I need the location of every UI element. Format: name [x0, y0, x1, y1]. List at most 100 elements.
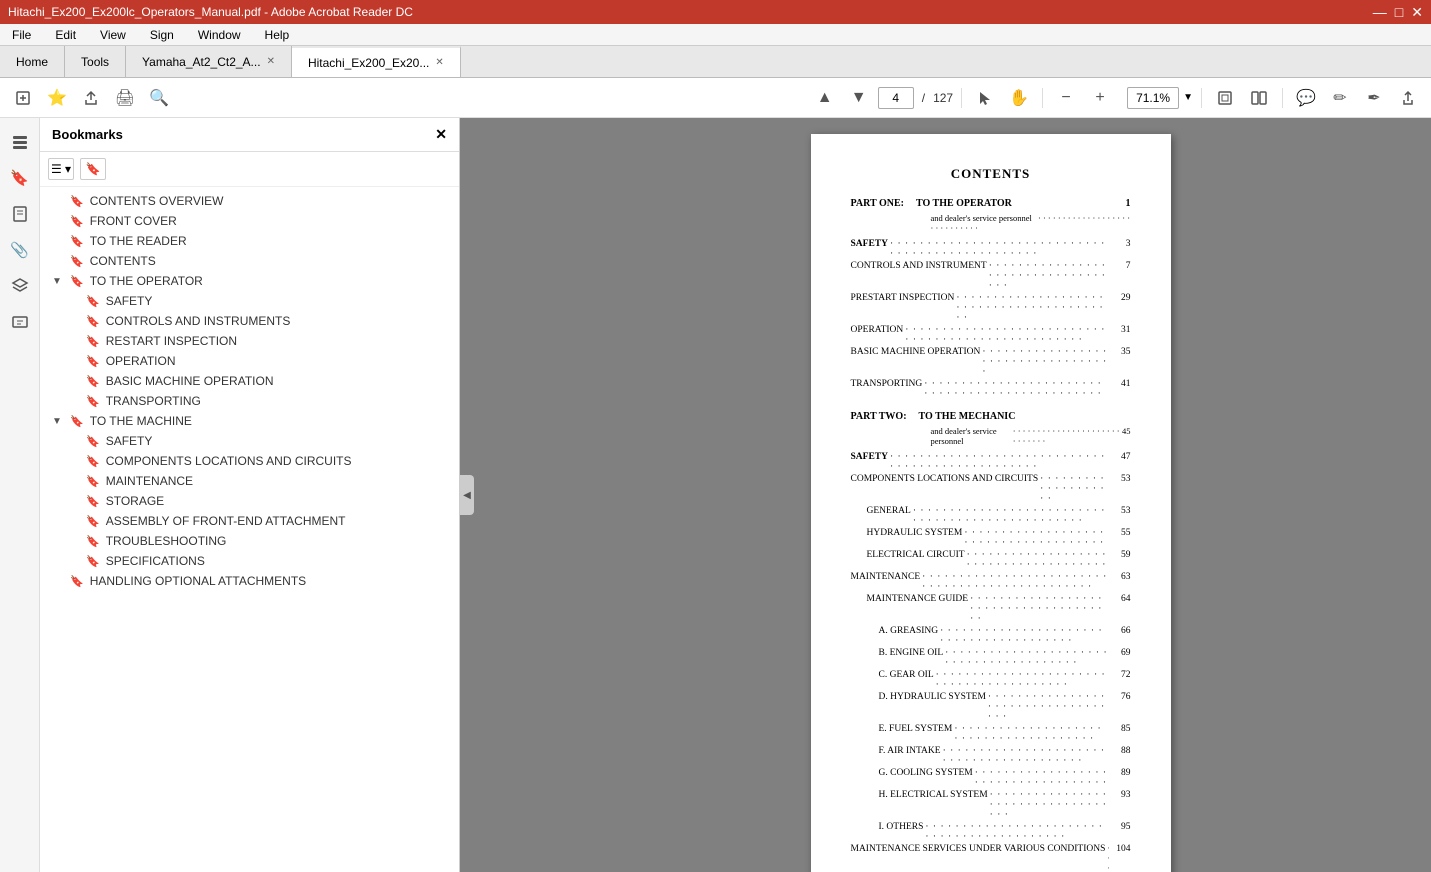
bookmarks-tree: 🔖 CONTENTS OVERVIEW 🔖 FRONT COVER 🔖 TO T…: [40, 187, 459, 872]
search-button[interactable]: 🔍: [144, 83, 174, 113]
bookmark-icon: 🔖: [86, 375, 100, 388]
sidebar-close-icon[interactable]: ✕: [435, 126, 447, 143]
toc-row-engine-oil: B. ENGINE OIL · · · · · · · · · · · · · …: [879, 648, 1131, 668]
menu-sign[interactable]: Sign: [146, 26, 178, 44]
menu-edit[interactable]: Edit: [51, 26, 80, 44]
bookmark-transporting[interactable]: 🔖 TRANSPORTING: [40, 391, 459, 411]
toc-row-maint-guide: MAINTENANCE GUIDE · · · · · · · · · · · …: [867, 594, 1131, 624]
bookmark-components-locations[interactable]: 🔖 COMPONENTS LOCATIONS AND CIRCUITS: [40, 451, 459, 471]
strip-attach-button[interactable]: 📎: [4, 234, 36, 266]
bookmark-storage[interactable]: 🔖 STORAGE: [40, 491, 459, 511]
bookmark-assembly-front[interactable]: 🔖 ASSEMBLY OF FRONT-END ATTACHMENT: [40, 511, 459, 531]
bookmark-operation[interactable]: 🔖 OPERATION: [40, 351, 459, 371]
tab-hitachi[interactable]: Hitachi_Ex200_Ex20... ✕: [292, 46, 461, 77]
tab-yamaha[interactable]: Yamaha_At2_Ct2_A... ✕: [126, 46, 292, 77]
toc-row-controls: CONTROLS AND INSTRUMENT · · · · · · · · …: [851, 261, 1131, 291]
fit-page-button[interactable]: [1210, 83, 1240, 113]
bookmark-to-the-reader[interactable]: 🔖 TO THE READER: [40, 231, 459, 251]
toc-row-general: GENERAL · · · · · · · · · · · · · · · · …: [867, 506, 1131, 526]
draw-button[interactable]: ✒: [1359, 83, 1389, 113]
bookmark-label: MAINTENANCE: [106, 474, 193, 488]
expand-icon-expanded[interactable]: ▼: [52, 416, 64, 427]
page-number-input[interactable]: [878, 87, 914, 109]
pen-button[interactable]: ✏: [1325, 83, 1355, 113]
bookmark-label: RESTART INSPECTION: [106, 334, 237, 348]
strip-bookmark-button[interactable]: 🔖: [4, 162, 36, 194]
toc-row-greasing: A. GREASING · · · · · · · · · · · · · · …: [879, 626, 1131, 646]
nav-controls: ▲ ▼ / 127: [810, 83, 953, 113]
prev-page-button[interactable]: ▲: [810, 83, 840, 113]
zoom-out-button[interactable]: −: [1051, 83, 1081, 113]
bookmark-to-the-operator[interactable]: ▼ 🔖 TO THE OPERATOR: [40, 271, 459, 291]
bookmark-icon: 🔖: [70, 195, 84, 208]
sidebar-toolbar: ☰ ▾ 🔖: [40, 152, 459, 187]
create-button[interactable]: [8, 83, 38, 113]
toc-row-electrical-sys: H. ELECTRICAL SYSTEM · · · · · · · · · ·…: [879, 790, 1131, 820]
sidebar: Bookmarks ✕ ☰ ▾ 🔖 🔖 CONTENTS OVERVIEW 🔖 …: [40, 118, 460, 872]
strip-pages-button[interactable]: [4, 198, 36, 230]
bookmark-front-cover[interactable]: 🔖 FRONT COVER: [40, 211, 459, 231]
print-button[interactable]: 🖨: [110, 83, 140, 113]
menu-file[interactable]: File: [8, 26, 35, 44]
bookmark-label: TROUBLESHOOTING: [106, 534, 227, 548]
maximize-button[interactable]: □: [1395, 4, 1403, 21]
next-page-button[interactable]: ▼: [844, 83, 874, 113]
bookmark-icon: 🔖: [86, 295, 100, 308]
bookmark-button[interactable]: ⭐: [42, 83, 72, 113]
menu-help[interactable]: Help: [261, 26, 294, 44]
bookmark-basic-machine[interactable]: 🔖 BASIC MACHINE OPERATION: [40, 371, 459, 391]
menu-window[interactable]: Window: [194, 26, 245, 44]
toc-row-maint-services: MAINTENANCE SERVICES UNDER VARIOUS CONDI…: [851, 844, 1131, 872]
bookmark-handling-optional[interactable]: 🔖 HANDLING OPTIONAL ATTACHMENTS: [40, 571, 459, 591]
toc-row-hydraulic: HYDRAULIC SYSTEM · · · · · · · · · · · ·…: [867, 528, 1131, 548]
bookmark-specifications[interactable]: 🔖 SPECIFICATIONS: [40, 551, 459, 571]
bookmark-icon: 🔖: [70, 235, 84, 248]
cursor-tool-button[interactable]: [970, 83, 1000, 113]
bookmark-label: OPERATION: [106, 354, 176, 368]
bookmark-contents[interactable]: 🔖 CONTENTS: [40, 251, 459, 271]
title-bar-controls[interactable]: — □ ✕: [1373, 4, 1423, 21]
sidebar-menu-button[interactable]: ☰ ▾: [48, 158, 74, 180]
strip-form-button[interactable]: [4, 306, 36, 338]
bookmark-controls-instruments[interactable]: 🔖 CONTROLS AND INSTRUMENTS: [40, 311, 459, 331]
strip-layers2-button[interactable]: [4, 270, 36, 302]
toc-row-components: COMPONENTS LOCATIONS AND CIRCUITS · · · …: [851, 474, 1131, 504]
bookmark-restart-inspection[interactable]: 🔖 RESTART INSPECTION: [40, 331, 459, 351]
collapse-sidebar-handle[interactable]: ◀: [460, 475, 474, 515]
tab-yamaha-close[interactable]: ✕: [267, 56, 275, 67]
export-button[interactable]: [1393, 83, 1423, 113]
sidebar-bookmark-add-button[interactable]: 🔖: [80, 158, 106, 180]
bookmark-icon: 🔖: [70, 255, 84, 268]
zoom-dropdown-icon[interactable]: ▼: [1183, 92, 1193, 103]
zoom-in-button[interactable]: +: [1085, 83, 1115, 113]
bookmark-to-the-machine[interactable]: ▼ 🔖 TO THE MACHINE: [40, 411, 459, 431]
share-button[interactable]: [76, 83, 106, 113]
title-bar-text: Hitachi_Ex200_Ex200lc_Operators_Manual.p…: [8, 5, 413, 19]
bookmark-contents-overview[interactable]: 🔖 CONTENTS OVERVIEW: [40, 191, 459, 211]
main-area: 🔖 📎 Bookmarks ✕ ☰ ▾ 🔖 🔖 CONTENTS OVERVIE…: [0, 118, 1431, 872]
zoom-input[interactable]: [1127, 87, 1179, 109]
part-one-page: 1: [1126, 198, 1131, 209]
expand-icon-expanded[interactable]: ▼: [52, 276, 64, 287]
menu-view[interactable]: View: [96, 26, 130, 44]
pdf-area[interactable]: ◀ CONTENTS PART ONE: TO THE OPERATOR 1 a…: [460, 118, 1431, 872]
bookmark-icon: 🔖: [70, 215, 84, 228]
minimize-button[interactable]: —: [1373, 4, 1387, 21]
bookmark-troubleshooting[interactable]: 🔖 TROUBLESHOOTING: [40, 531, 459, 551]
part-one-title: TO THE OPERATOR: [916, 198, 1012, 209]
menu-bar: File Edit View Sign Window Help: [0, 24, 1431, 46]
hand-tool-button[interactable]: ✋: [1004, 83, 1034, 113]
bookmark-label: TRANSPORTING: [106, 394, 201, 408]
bookmark-icon: 🔖: [86, 315, 100, 328]
close-button[interactable]: ✕: [1411, 4, 1423, 21]
tab-tools[interactable]: Tools: [65, 46, 126, 77]
bookmark-maintenance[interactable]: 🔖 MAINTENANCE: [40, 471, 459, 491]
comment-button[interactable]: 💬: [1291, 83, 1321, 113]
bookmark-safety-2[interactable]: 🔖 SAFETY: [40, 431, 459, 451]
sidebar-title: Bookmarks: [52, 127, 123, 142]
view-mode-button[interactable]: [1244, 83, 1274, 113]
tab-home[interactable]: Home: [0, 46, 65, 77]
strip-layers-button[interactable]: [4, 126, 36, 158]
bookmark-safety-1[interactable]: 🔖 SAFETY: [40, 291, 459, 311]
tab-hitachi-close[interactable]: ✕: [435, 57, 443, 68]
